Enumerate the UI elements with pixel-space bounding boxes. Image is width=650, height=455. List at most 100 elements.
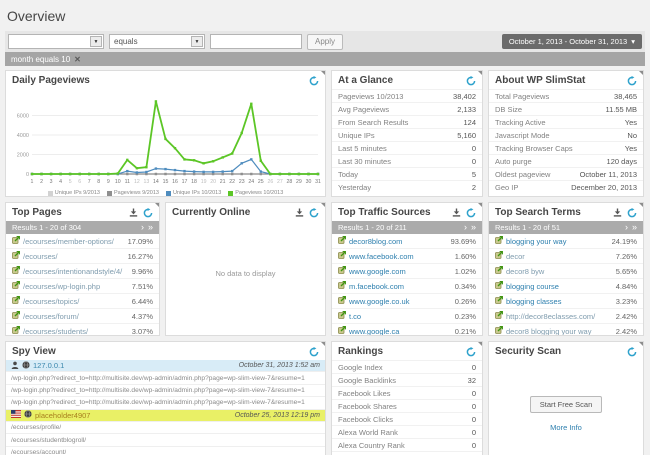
svg-text:13: 13 — [144, 179, 150, 185]
svg-text:22: 22 — [229, 179, 235, 185]
stat-row: Avg Pageviews2,133 — [332, 102, 482, 115]
external-link-icon — [12, 326, 20, 336]
filter-operator-select[interactable]: equals ▼ — [109, 34, 205, 49]
item-link[interactable]: blogging classes — [506, 297, 613, 306]
panel-top-search-terms: Top Search Terms Results 1 - 20 of 51 › … — [488, 202, 644, 336]
item-link[interactable]: www.google.ca — [349, 327, 452, 336]
download-icon[interactable] — [613, 208, 622, 217]
panel-title: Spy View — [12, 346, 56, 357]
item-percentage: 16.27% — [128, 252, 153, 261]
last-page-icon[interactable]: » — [148, 223, 153, 232]
list-item: /ecourses/member-options/17.09% — [6, 234, 159, 249]
list-item: /ecourses/students/3.07% — [6, 324, 159, 336]
refresh-icon[interactable] — [466, 76, 476, 86]
download-icon[interactable] — [452, 208, 461, 217]
panel-header: Top Pages — [6, 203, 159, 221]
item-percentage: 0.21% — [455, 327, 476, 336]
item-link[interactable]: decor8 byw — [506, 267, 613, 276]
refresh-icon[interactable] — [309, 208, 319, 218]
refresh-icon[interactable] — [143, 208, 153, 218]
next-page-icon[interactable]: › — [141, 223, 144, 232]
apply-button[interactable]: Apply — [307, 34, 343, 50]
item-link[interactable]: m.facebook.com — [349, 282, 452, 291]
list-item: www.google.ca0.21% — [332, 324, 482, 336]
panel-header: Top Search Terms — [489, 203, 643, 221]
legend-item: Unique IPs 10/2013 — [166, 190, 221, 196]
svg-text:4000: 4000 — [17, 133, 29, 139]
visitor-link[interactable]: 127.0.0.1 — [33, 361, 64, 370]
filter-field-select[interactable]: ▼ — [8, 34, 104, 49]
item-link[interactable]: /ecourses/intentionandstyle/4/ — [23, 267, 129, 276]
item-link[interactable]: /ecourses/forum/ — [23, 312, 129, 321]
stat-row: Facebook Clicks0 — [332, 412, 482, 425]
last-page-icon[interactable]: » — [632, 223, 637, 232]
svg-text:26: 26 — [267, 179, 273, 185]
stat-value: 120 days — [607, 157, 637, 166]
item-link[interactable]: blogging course — [506, 282, 613, 291]
stat-label: Unique IPs — [338, 131, 375, 140]
spy-page-row: /ecourses/studentblogroll/ — [6, 434, 325, 446]
slimstat-overview-page: Overview ▼ equals ▼ Apply October 1, 201… — [0, 0, 650, 455]
next-page-icon[interactable]: › — [464, 223, 467, 232]
refresh-icon[interactable] — [309, 76, 319, 86]
filter-operator-value: equals — [110, 37, 138, 46]
empty-message: No data to display — [166, 221, 325, 278]
item-percentage: 24.19% — [612, 237, 637, 246]
refresh-icon[interactable] — [309, 347, 319, 357]
last-page-icon[interactable]: » — [471, 223, 476, 232]
date-range-button[interactable]: October 1, 2013 - October 31, 2013 ▾ — [502, 34, 642, 49]
stat-row: Alexa Country Rank0 — [332, 438, 482, 451]
refresh-icon[interactable] — [466, 347, 476, 357]
daily-pageviews-plot: 0200040006000123456789101112131415161718… — [10, 89, 322, 187]
item-link[interactable]: /ecourses/wp-login.php — [23, 282, 129, 291]
item-percentage: 4.37% — [132, 312, 153, 321]
start-free-scan-button[interactable]: Start Free Scan — [530, 396, 603, 413]
download-icon[interactable] — [295, 208, 304, 217]
rankings-list: Google Index0Google Backlinks32Facebook … — [332, 360, 482, 455]
panel-header: Security Scan — [489, 342, 643, 360]
filter-value-input[interactable] — [210, 34, 302, 49]
svg-text:12: 12 — [134, 179, 140, 185]
chart-legend: Unique IPs 9/2013Pageviews 9/2013Unique … — [10, 190, 321, 196]
panel-title: Top Pages — [12, 207, 62, 218]
refresh-icon[interactable] — [627, 208, 637, 218]
download-icon[interactable] — [129, 208, 138, 217]
legend-item: Pageviews 10/2013 — [228, 190, 283, 196]
refresh-icon[interactable] — [627, 347, 637, 357]
spy-page-row: /wp-login.php?redirect_to=http://multisi… — [6, 385, 325, 397]
stat-label: Today — [338, 170, 358, 179]
svg-text:24: 24 — [248, 179, 254, 185]
panel-header: Spy View — [6, 342, 325, 360]
item-link[interactable]: /ecourses/ — [23, 252, 125, 261]
stat-label: Geo IP — [495, 183, 518, 192]
item-link[interactable]: decor — [506, 252, 613, 261]
item-link[interactable]: decor8blog.com — [349, 237, 448, 246]
item-link[interactable]: www.google.co.uk — [349, 297, 452, 306]
item-link[interactable]: www.facebook.com — [349, 252, 452, 261]
item-link[interactable]: t.co — [349, 312, 452, 321]
item-link[interactable]: /ecourses/member-options/ — [23, 237, 125, 246]
item-link[interactable]: www.google.com — [349, 267, 452, 276]
external-link-icon — [12, 311, 20, 321]
more-info-link[interactable]: More Info — [489, 423, 643, 432]
results-bar: Results 1 - 20 of 211 › » — [332, 221, 482, 234]
visitor-link[interactable]: placeholder4907 — [35, 411, 90, 420]
item-percentage: 6.44% — [132, 297, 153, 306]
item-link[interactable]: /ecourses/students/ — [23, 327, 129, 336]
next-page-icon[interactable]: › — [625, 223, 628, 232]
traffic-sources-list: decor8blog.com93.69%www.facebook.com1.60… — [332, 234, 482, 336]
item-percentage: 3.07% — [132, 327, 153, 336]
external-link-icon — [495, 311, 503, 321]
item-link[interactable]: blogging your way — [506, 237, 609, 246]
svg-text:20: 20 — [210, 179, 216, 185]
panel-header: Currently Online — [166, 203, 325, 221]
item-link[interactable]: decor8 blogging your way — [506, 327, 613, 336]
panel-top-pages: Top Pages Results 1 - 20 of 304 › » /eco… — [5, 202, 160, 336]
refresh-icon[interactable] — [466, 208, 476, 218]
stat-value: 0 — [472, 415, 476, 424]
refresh-icon[interactable] — [627, 76, 637, 86]
item-link[interactable]: http://decor8eclasses.com/ — [506, 312, 613, 321]
item-link[interactable]: /ecourses/topics/ — [23, 297, 129, 306]
remove-filter-icon[interactable]: ✕ — [74, 55, 81, 64]
stat-value: Yes — [625, 118, 637, 127]
